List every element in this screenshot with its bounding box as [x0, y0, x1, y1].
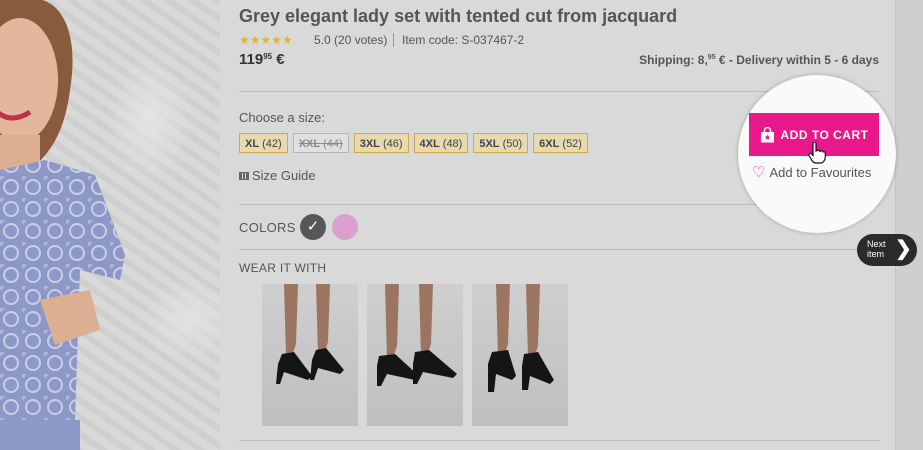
shoe-image — [377, 284, 457, 386]
star-rating-icon: ★★★★★ — [239, 33, 293, 47]
size-option-xl[interactable]: XL (42) — [239, 133, 288, 153]
related-item-3[interactable] — [472, 284, 568, 426]
add-to-favourites-link[interactable]: ♡ Add to Favourites — [752, 165, 871, 180]
chevron-right-icon: ❯ — [895, 238, 912, 260]
size-option-xxl[interactable]: XXL (44) — [292, 133, 349, 153]
add-to-cart-label: ADD TO CART — [780, 127, 869, 142]
add-to-favourites-label: Add to Favourites — [769, 165, 872, 180]
size-option-4xl[interactable]: 4XL (48) — [413, 133, 469, 153]
shipping-cents: 95 — [707, 54, 716, 61]
shipping-info: Shipping: 8,95 € - Delivery within 5 - 6… — [639, 53, 879, 67]
shipping-prefix: Shipping: 8, — [639, 53, 708, 67]
choose-size-label: Choose a size: — [239, 110, 325, 125]
product-photo — [0, 0, 220, 450]
price-currency: € — [276, 51, 285, 68]
model-figure — [0, 0, 125, 450]
divider — [239, 440, 879, 441]
shipping-suffix: € - Delivery within 5 - 6 days — [715, 53, 879, 67]
colors-label: COLORS — [239, 220, 296, 235]
divider — [393, 33, 394, 47]
color-swatch-pink[interactable] — [332, 214, 358, 240]
size-option-6xl[interactable]: 6XL (52) — [533, 133, 588, 153]
color-swatch-grey[interactable]: ✓ — [300, 214, 326, 240]
price: 11995 € — [239, 51, 285, 68]
divider — [239, 249, 879, 250]
size-guide-label: Size Guide — [252, 168, 316, 183]
item-code: Item code: S-037467-2 — [402, 33, 525, 47]
size-selector: XL (42) XXL (44) 3XL (46) 4XL (48) 5XL (… — [239, 133, 588, 153]
product-title: Grey elegant lady set with tented cut fr… — [239, 6, 678, 26]
shoe-image — [276, 284, 344, 384]
rating-text: 5.0 (20 votes) — [314, 33, 388, 47]
ruler-icon — [239, 171, 249, 180]
wear-it-with-label: WEAR IT WITH — [239, 261, 327, 275]
shopping-bag-icon — [760, 126, 775, 143]
price-cents: 95 — [263, 52, 273, 61]
price-main: 119 — [239, 51, 264, 68]
shoe-image — [488, 284, 554, 392]
check-icon: ✓ — [306, 218, 320, 235]
page-edge — [895, 0, 923, 450]
next-item-button[interactable]: Next item ❯ — [857, 234, 917, 266]
size-guide-link[interactable]: Size Guide — [239, 168, 316, 183]
related-item-1[interactable] — [262, 284, 358, 426]
next-item-label: Next item — [867, 239, 886, 259]
heart-icon: ♡ — [752, 164, 766, 181]
size-option-5xl[interactable]: 5XL (50) — [473, 133, 529, 153]
related-item-2[interactable] — [367, 284, 463, 426]
size-option-3xl[interactable]: 3XL (46) — [353, 133, 409, 153]
